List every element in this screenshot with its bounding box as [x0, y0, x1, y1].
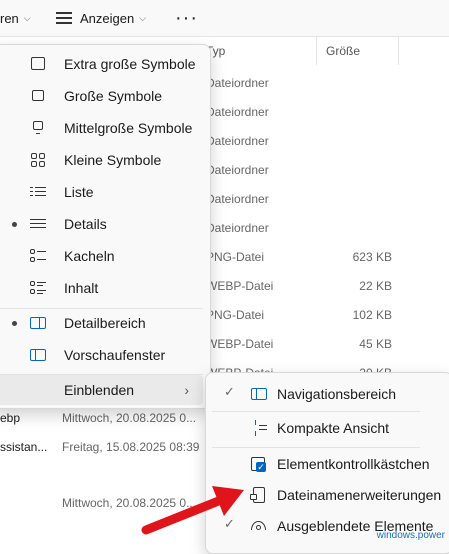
row-size: [312, 184, 392, 213]
medium-icons-icon: [30, 120, 46, 136]
column-header-type[interactable]: Typ: [206, 37, 317, 65]
column-size-label: Größe: [326, 44, 361, 58]
menu-item-medium-icons[interactable]: Mittelgroße Symbole: [0, 113, 203, 143]
row-type: WEBP-Datei: [206, 336, 274, 351]
row-size: 22 KB: [359, 278, 392, 293]
red-arrow-annotation: [141, 486, 244, 535]
menu-item-label: Extra große Symbole: [64, 56, 196, 72]
submenu-item-compact-view[interactable]: Kompakte Ansicht: [212, 412, 448, 443]
row-type: Dateiordner: [206, 162, 269, 177]
submenu-item-navigation-pane[interactable]: ✓ Navigationsbereich: [212, 378, 448, 409]
row-type: Dateiordner: [206, 75, 269, 90]
submenu-item-label: Navigationsbereich: [277, 385, 397, 402]
row-type: Dateiordner: [206, 220, 269, 235]
menu-item-label: Details: [64, 216, 107, 232]
menu-item-extra-large-icons[interactable]: Extra große Symbole: [0, 49, 203, 79]
compact-view-icon: [250, 419, 268, 437]
menu-item-details-pane[interactable]: Detailbereich: [0, 308, 203, 338]
row-type: Dateiordner: [206, 104, 269, 119]
list-icon: [30, 184, 46, 200]
row-type: Dateiordner: [206, 191, 269, 206]
menu-item-tiles[interactable]: Kacheln: [0, 241, 203, 271]
menu-item-label: Einblenden: [64, 382, 135, 398]
row-type: WEBP-Datei: [206, 278, 274, 293]
view-lines-icon: [56, 12, 72, 24]
chevron-right-icon: ›: [184, 382, 189, 398]
large-icons-icon: [30, 88, 46, 104]
row-type: PNG-Datei: [206, 307, 265, 322]
row-size: [312, 213, 392, 242]
view-button[interactable]: Anzeigen ⌵: [56, 0, 146, 36]
watermark: windows.power: [376, 530, 445, 541]
menu-item-label: Liste: [64, 184, 94, 200]
menu-item-preview-pane[interactable]: Vorschaufenster: [0, 340, 203, 370]
preview-pane-icon: [30, 347, 46, 363]
small-icons-icon: [30, 152, 46, 168]
menu-item-label: Große Symbole: [64, 88, 163, 104]
tiles-icon: [30, 248, 46, 264]
more-options-button[interactable]: ···: [175, 0, 198, 36]
menu-item-label: Vorschaufenster: [64, 347, 166, 363]
row-date: Freitag, 15.08.2025 08:39: [62, 439, 200, 454]
submenu-item-label: Elementkontrollkästchen: [277, 455, 430, 472]
command-bar: ren ⌵ Anzeigen ⌵ ···: [0, 0, 449, 37]
row-size: [312, 68, 392, 97]
row-size: 45 KB: [359, 336, 392, 351]
row-type: Dateiordner: [206, 133, 269, 148]
file-extension-icon: [250, 486, 268, 504]
row-name: ssistan...: [0, 439, 48, 454]
row-size: 102 KB: [352, 307, 392, 322]
check-icon: ✓: [224, 384, 235, 399]
eye-icon: [250, 517, 268, 535]
row-size: [312, 126, 392, 155]
menu-item-large-icons[interactable]: Große Symbole: [0, 81, 203, 111]
row-size: [312, 97, 392, 126]
menu-item-label: Detailbereich: [64, 315, 146, 331]
menu-item-list[interactable]: Liste: [0, 177, 203, 207]
more-icon: ···: [175, 6, 198, 29]
menu-item-label: Inhalt: [64, 280, 99, 296]
menu-item-details[interactable]: Details: [0, 209, 203, 239]
row-size: 623 KB: [352, 249, 392, 264]
submenu-item-label: Dateinamenerweiterungen: [277, 486, 442, 503]
sort-label: ren: [0, 10, 19, 26]
extra-large-icons-icon: [30, 56, 46, 72]
column-header-size[interactable]: Größe: [326, 37, 399, 65]
chevron-down-icon: ⌵: [139, 12, 147, 23]
menu-item-label: Kacheln: [64, 248, 115, 264]
row-size: [312, 155, 392, 184]
details-icon: [30, 216, 46, 232]
submenu-item-label: Kompakte Ansicht: [277, 419, 390, 436]
submenu-item-item-checkboxes[interactable]: ✓ Elementkontrollkästchen: [212, 448, 448, 479]
menu-item-show[interactable]: Einblenden ›: [0, 375, 203, 405]
selected-bullet-icon: [12, 222, 17, 227]
selected-bullet-icon: [12, 321, 17, 326]
content-icon: [30, 280, 46, 296]
view-menu: Extra große Symbole Große Symbole Mittel…: [0, 44, 211, 409]
details-pane-icon: [30, 315, 46, 331]
row-type: PNG-Datei: [206, 249, 265, 264]
menu-item-small-icons[interactable]: Kleine Symbole: [0, 145, 203, 175]
menu-item-label: Kleine Symbole: [64, 152, 162, 168]
navigation-pane-icon: [250, 385, 268, 403]
chevron-down-icon: ⌵: [23, 12, 31, 23]
menu-item-label: Mittelgroße Symbole: [64, 120, 193, 136]
menu-item-content[interactable]: Inhalt: [0, 273, 203, 303]
sort-button[interactable]: ren ⌵: [0, 0, 31, 36]
checkbox-icon: ✓: [250, 455, 268, 473]
view-label: Anzeigen: [80, 10, 135, 26]
